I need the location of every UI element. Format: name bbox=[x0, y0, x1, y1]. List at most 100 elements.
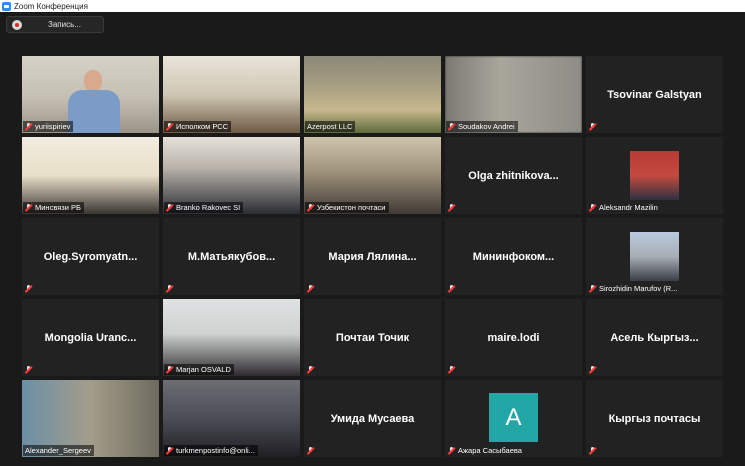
participant-tile[interactable]: A Ажара Сасыбаева bbox=[445, 380, 582, 457]
muted-mic-icon bbox=[307, 365, 314, 374]
participant-name-center: Oleg.Syromyatn... bbox=[43, 250, 138, 263]
participant-name-center: Olga zhitnikova... bbox=[468, 169, 559, 182]
participant-name-center: Умида Мусаева bbox=[330, 412, 415, 425]
participant-label: Исполком РСС bbox=[164, 121, 232, 132]
participant-avatar: A bbox=[489, 393, 538, 442]
participant-name: Sirozhidin Marufov (R... bbox=[599, 284, 678, 293]
participant-label: Минсвязи РБ bbox=[23, 202, 84, 213]
participant-tile[interactable]: Alexander_Sergeev bbox=[22, 380, 159, 457]
muted-mic-icon bbox=[589, 446, 596, 455]
window-title: Zoom Конференция bbox=[14, 1, 88, 11]
participant-tile[interactable]: Branko Rakovec SI bbox=[163, 137, 300, 214]
participant-label: Marjan OSVALD bbox=[164, 364, 234, 375]
participant-tile[interactable]: Кыргыз почтасы bbox=[586, 380, 723, 457]
muted-mic-icon bbox=[448, 365, 455, 374]
participant-label: Azerpost LLC bbox=[305, 121, 356, 132]
participant-name: Aleksandr Mazilin bbox=[599, 203, 658, 212]
muted-mic-icon bbox=[448, 284, 455, 293]
participant-label: yuriispiriev bbox=[23, 121, 74, 132]
participant-tile[interactable]: turkmenpostinfo@onli... bbox=[163, 380, 300, 457]
record-icon bbox=[12, 19, 22, 30]
participant-tile[interactable]: М.Матьякубов... bbox=[163, 218, 300, 295]
participant-label bbox=[446, 202, 461, 213]
participant-tile[interactable]: Минсвязи РБ bbox=[22, 137, 159, 214]
participant-tile[interactable]: yuriispiriev bbox=[22, 56, 159, 133]
participant-label: Ажара Сасыбаева bbox=[446, 445, 525, 456]
participant-tile[interactable]: Soudakov Andrei bbox=[445, 56, 582, 133]
muted-mic-icon bbox=[307, 446, 314, 455]
participant-label: Soudakov Andrei bbox=[446, 121, 518, 132]
participant-tile[interactable]: Sirozhidin Marufov (R... bbox=[586, 218, 723, 295]
participant-label bbox=[305, 445, 320, 456]
muted-mic-icon bbox=[589, 203, 596, 212]
participant-name-center: Асель Кыргыз... bbox=[610, 331, 699, 344]
muted-mic-icon bbox=[166, 365, 173, 374]
participant-tile[interactable]: Почтаи Точик bbox=[304, 299, 441, 376]
participant-tile[interactable]: Olga zhitnikova... bbox=[445, 137, 582, 214]
participant-label bbox=[446, 364, 461, 375]
participant-tile[interactable]: Marjan OSVALD bbox=[163, 299, 300, 376]
participant-tile[interactable]: Мининфоком... bbox=[445, 218, 582, 295]
participant-label bbox=[587, 121, 602, 132]
participant-label: turkmenpostinfo@onli... bbox=[164, 445, 258, 456]
muted-mic-icon bbox=[448, 203, 455, 212]
participant-tile[interactable]: Aleksandr Mazilin bbox=[586, 137, 723, 214]
muted-mic-icon bbox=[166, 284, 173, 293]
participant-tile[interactable]: Узбекистон почтаси bbox=[304, 137, 441, 214]
participant-name: Минсвязи РБ bbox=[35, 203, 81, 212]
participant-label bbox=[305, 283, 320, 294]
participant-tile[interactable]: Мария Лялина... bbox=[304, 218, 441, 295]
participant-figure bbox=[68, 70, 120, 133]
participant-name-center: Tsovinar Galstyan bbox=[607, 88, 702, 101]
muted-mic-icon bbox=[25, 365, 32, 374]
muted-mic-icon bbox=[25, 284, 32, 293]
participant-tile[interactable]: Tsovinar Galstyan bbox=[586, 56, 723, 133]
participant-name: Azerpost LLC bbox=[307, 122, 353, 131]
muted-mic-icon bbox=[448, 122, 455, 131]
participant-name-center: М.Матьякубов... bbox=[187, 250, 276, 263]
participant-tile[interactable]: Mongolia Uranc... bbox=[22, 299, 159, 376]
participant-label bbox=[164, 283, 179, 294]
participant-tile[interactable]: maire.lodi bbox=[445, 299, 582, 376]
participant-tile[interactable]: Исполком РСС bbox=[163, 56, 300, 133]
participant-label bbox=[23, 283, 38, 294]
participant-name: Alexander_Sergeev bbox=[25, 446, 91, 455]
muted-mic-icon bbox=[166, 122, 173, 131]
muted-mic-icon bbox=[448, 446, 455, 455]
participant-tile[interactable]: Асель Кыргыз... bbox=[586, 299, 723, 376]
participant-label bbox=[446, 283, 461, 294]
record-button[interactable]: Запись... bbox=[6, 16, 104, 33]
participant-name-center: Мининфоком... bbox=[472, 250, 555, 263]
muted-mic-icon bbox=[589, 284, 596, 293]
participant-name-center: maire.lodi bbox=[487, 331, 540, 344]
participant-label bbox=[23, 364, 38, 375]
participant-label bbox=[305, 364, 320, 375]
participant-label: Alexander_Sergeev bbox=[23, 445, 94, 456]
participant-name: yuriispiriev bbox=[35, 122, 71, 131]
participant-name: Исполком РСС bbox=[176, 122, 229, 131]
participant-tile[interactable]: Умида Мусаева bbox=[304, 380, 441, 457]
muted-mic-icon bbox=[589, 365, 596, 374]
muted-mic-icon bbox=[25, 122, 32, 131]
participant-name: Ажара Сасыбаева bbox=[458, 446, 522, 455]
participant-tile[interactable]: Oleg.Syromyatn... bbox=[22, 218, 159, 295]
muted-mic-icon bbox=[589, 122, 596, 131]
meeting-stage: Запись... yuriispiriev Исполком РСС Azer… bbox=[0, 12, 745, 466]
participant-tile-active-speaker[interactable]: Azerpost LLC bbox=[304, 56, 441, 133]
participant-name: turkmenpostinfo@onli... bbox=[176, 446, 255, 455]
record-button-label: Запись... bbox=[48, 20, 81, 29]
zoom-app-icon bbox=[2, 1, 11, 11]
muted-mic-icon bbox=[307, 284, 314, 293]
participant-label: Branko Rakovec SI bbox=[164, 202, 244, 213]
participant-name-center: Mongolia Uranc... bbox=[44, 331, 137, 344]
muted-mic-icon bbox=[25, 203, 32, 212]
participant-name: Marjan OSVALD bbox=[176, 365, 231, 374]
window-titlebar: Zoom Конференция bbox=[0, 0, 745, 12]
participant-name: Узбекистон почтаси bbox=[317, 203, 386, 212]
participant-label: Aleksandr Mazilin bbox=[587, 202, 661, 213]
participant-label bbox=[587, 445, 602, 456]
participant-name-center: Мария Лялина... bbox=[328, 250, 417, 263]
muted-mic-icon bbox=[166, 203, 173, 212]
participant-label: Узбекистон почтаси bbox=[305, 202, 389, 213]
participant-label: Sirozhidin Marufov (R... bbox=[587, 283, 680, 294]
